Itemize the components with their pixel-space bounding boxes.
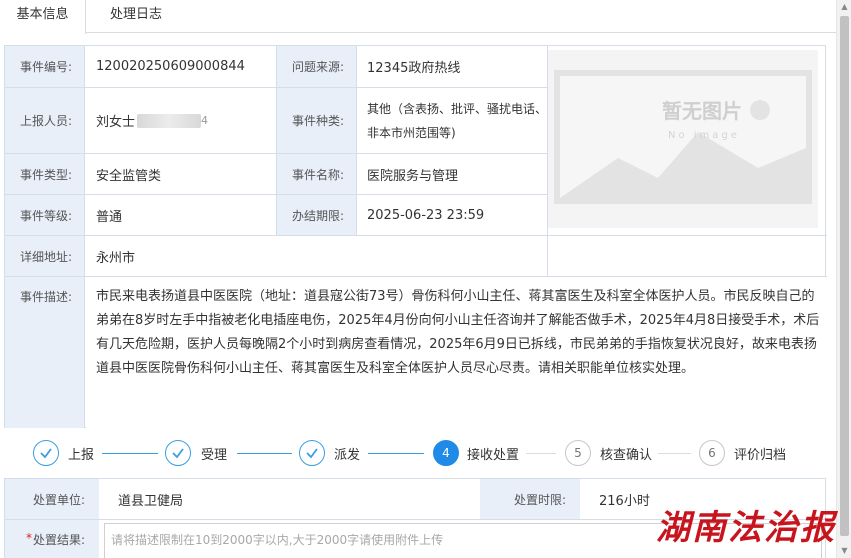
step-label-verify: 核查确认 bbox=[600, 448, 653, 463]
step-number-5: 5 bbox=[565, 440, 591, 466]
source-value: 12345政府热线 bbox=[357, 46, 547, 87]
type-value: 安全监管类 bbox=[86, 154, 276, 194]
process-steps: 上报 受理 派发 4 接收处置 5 核查确认 6 评价归档 bbox=[0, 438, 836, 468]
desc-value: 市民来电表扬道县中医医院（地址：道县寇公街73号）骨伤科何小山主任、蒋其富医生及… bbox=[86, 277, 826, 428]
required-mark: * bbox=[25, 531, 32, 545]
kind-line-2: 非本市州范围等) bbox=[367, 125, 456, 140]
no-image-placeholder: 暂无图片 No image bbox=[548, 50, 818, 228]
level-label: 事件等级: bbox=[5, 195, 85, 235]
step-connector bbox=[658, 453, 691, 454]
check-icon bbox=[165, 440, 191, 466]
address-value: 永州市 bbox=[86, 236, 547, 276]
scroll-up-icon[interactable]: ▲ bbox=[837, 0, 851, 14]
step-label-accept: 受理 bbox=[201, 448, 228, 463]
scrollbar-thumb[interactable] bbox=[840, 16, 849, 536]
type-label: 事件类型: bbox=[5, 154, 85, 194]
unit-value: 道县卫健局 bbox=[118, 493, 184, 509]
tab-basic-info[interactable]: 基本信息 bbox=[0, 0, 86, 34]
check-icon bbox=[33, 440, 59, 466]
no-image-subtext: No image bbox=[668, 130, 740, 141]
deadline-value: 2025-06-23 23:59 bbox=[357, 195, 547, 235]
event-no-label: 事件编号: bbox=[5, 46, 85, 87]
no-image-text: 暂无图片 bbox=[662, 99, 742, 123]
vertical-scrollbar[interactable]: ▲ ▼ bbox=[836, 0, 851, 558]
deadline-label: 办结期限: bbox=[276, 195, 357, 235]
result-label: * 处置结果: bbox=[5, 520, 99, 558]
kind-line-1: 其他（含表扬、批评、骚扰电话、 bbox=[367, 101, 548, 116]
reporter-label: 上报人员: bbox=[5, 88, 85, 153]
reporter-name: 刘女士 bbox=[96, 115, 136, 130]
kind-label: 事件种类: bbox=[276, 88, 357, 153]
result-label-text: 处置结果: bbox=[32, 533, 85, 547]
desc-label: 事件描述: bbox=[5, 277, 85, 428]
newspaper-watermark-logo: 湖南法治报 bbox=[656, 508, 836, 548]
reporter-value: 刘女士 4 bbox=[86, 88, 276, 153]
step-connector bbox=[526, 453, 556, 454]
time-limit-label: 处置时限: bbox=[480, 479, 580, 519]
tab-bar: 基本信息 处理日志 bbox=[0, 0, 836, 34]
step-label-dispatch: 派发 bbox=[334, 448, 361, 463]
event-no-value: 120020250609000844 bbox=[86, 46, 276, 87]
name-value: 医院服务与管理 bbox=[357, 154, 547, 194]
reporter-phone-tail: 4 bbox=[201, 114, 209, 127]
redacted-phone bbox=[137, 113, 202, 128]
step-label-handle: 接收处置 bbox=[467, 448, 520, 463]
address-label: 详细地址: bbox=[5, 236, 85, 276]
tab-process-log[interactable]: 处理日志 bbox=[86, 0, 186, 33]
check-icon bbox=[299, 440, 325, 466]
image-placeholder-icon: 暂无图片 No image bbox=[548, 50, 818, 228]
unit-label: 处置单位: bbox=[5, 479, 99, 519]
level-value: 普通 bbox=[86, 195, 276, 235]
step-number-4: 4 bbox=[433, 440, 459, 466]
kind-value: 其他（含表扬、批评、骚扰电话、 非本市州范围等) bbox=[357, 88, 547, 153]
scroll-down-icon[interactable]: ▼ bbox=[837, 544, 851, 558]
step-connector bbox=[368, 453, 424, 454]
step-number-6: 6 bbox=[699, 440, 725, 466]
step-connector bbox=[237, 453, 292, 454]
step-label-report: 上报 bbox=[68, 448, 95, 463]
source-label: 问题来源: bbox=[276, 46, 357, 87]
step-label-archive: 评价归档 bbox=[734, 448, 787, 463]
step-connector bbox=[102, 453, 158, 454]
name-label: 事件名称: bbox=[276, 154, 357, 194]
